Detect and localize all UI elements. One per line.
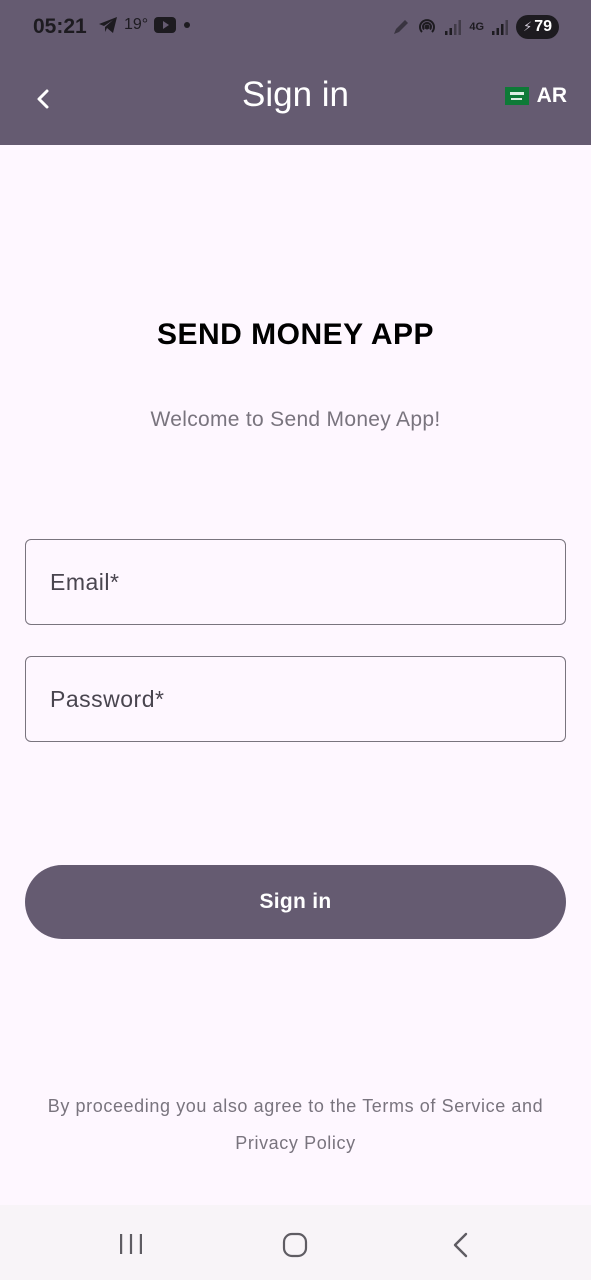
welcome-text: Welcome to Send Money App! <box>150 408 441 431</box>
language-switch-button[interactable]: AR <box>504 84 567 108</box>
signal-icon-2 <box>492 20 509 35</box>
back-icon[interactable] <box>448 1231 472 1259</box>
status-left-icons: 19° <box>98 16 192 34</box>
home-icon[interactable] <box>282 1232 308 1258</box>
hotspot-icon <box>419 19 436 33</box>
terms-text: By proceeding you also agree to the Term… <box>47 1096 544 1153</box>
language-label: AR <box>536 84 567 107</box>
dot-icon <box>184 22 191 28</box>
status-time: 05:21 <box>33 15 87 38</box>
password-field[interactable] <box>26 657 565 741</box>
system-nav-bar <box>0 1205 591 1280</box>
pen-icon <box>394 20 409 34</box>
page-title: Sign in <box>241 75 350 114</box>
email-field-container <box>25 539 566 625</box>
recents-icon[interactable] <box>118 1233 144 1255</box>
status-temperature: 19° <box>124 16 149 33</box>
battery-level: 79 <box>534 18 552 35</box>
saudi-flag-icon <box>504 87 529 105</box>
charging-icon: ⚡ <box>523 19 533 34</box>
signal-icon <box>445 20 462 35</box>
telegram-icon <box>99 17 117 33</box>
email-field[interactable] <box>26 540 565 624</box>
sign-in-button[interactable]: Sign in <box>25 865 566 939</box>
app-bar: Sign in AR <box>0 56 591 145</box>
status-right-icons: 4G ⚡ 79 <box>392 15 559 39</box>
network-type: 4G <box>469 21 485 33</box>
battery-indicator: ⚡ 79 <box>516 15 559 39</box>
status-bar: 05:21 19° 4G ⚡ 79 <box>0 0 591 56</box>
brand-title: SEND MONEY APP <box>156 318 435 351</box>
password-field-container <box>25 656 566 742</box>
youtube-icon <box>154 17 177 33</box>
